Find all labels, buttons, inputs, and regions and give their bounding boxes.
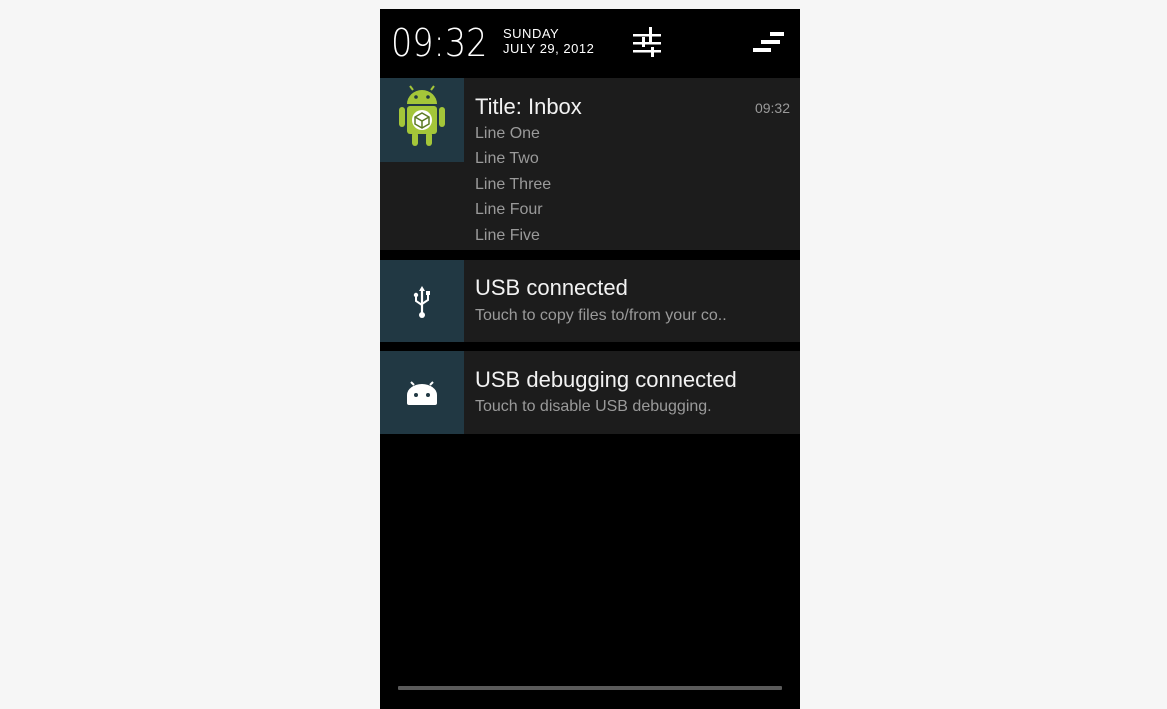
settings-sliders-icon[interactable] xyxy=(632,25,662,59)
notification-inbox[interactable]: Title: Inbox 09:32 Line One Line Two Lin… xyxy=(380,78,800,250)
date-block: SUNDAY JULY 29, 2012 xyxy=(503,26,594,56)
inbox-line: Line Two xyxy=(475,150,539,167)
day-label: SUNDAY xyxy=(503,26,560,41)
notification-text: Touch to copy files to/from your co.. xyxy=(475,307,727,324)
clear-all-icon[interactable] xyxy=(752,30,786,56)
notification-icon-box xyxy=(380,351,464,434)
clock: 09:32 xyxy=(391,21,488,65)
notification-icon-box xyxy=(380,260,464,342)
notification-usb-debugging[interactable]: USB debugging connected Touch to disable… xyxy=(380,351,800,434)
shade-header: 09:32 SUNDAY JULY 29, 2012 xyxy=(380,9,800,77)
android-app-icon xyxy=(399,85,445,146)
notification-title: USB debugging connected xyxy=(475,367,737,392)
notification-title: Title: Inbox xyxy=(475,94,582,119)
notification-shade: 09:32 SUNDAY JULY 29, 2012 Title: Inbox … xyxy=(380,9,800,709)
notification-text: Touch to disable USB debugging. xyxy=(475,398,712,415)
notification-time: 09:32 xyxy=(754,100,790,116)
notification-usb-connected[interactable]: USB connected Touch to copy files to/fro… xyxy=(380,260,800,342)
inbox-line: Line Four xyxy=(475,201,543,218)
android-debug-icon xyxy=(407,381,437,405)
inbox-line: Line Five xyxy=(475,227,540,244)
notification-title: USB connected xyxy=(475,275,628,300)
inbox-line: Line Three xyxy=(475,176,552,193)
notification-icon-box xyxy=(380,78,464,162)
usb-icon xyxy=(413,286,430,318)
drag-handle[interactable] xyxy=(398,686,782,690)
inbox-line: Line One xyxy=(475,125,540,142)
date-label: JULY 29, 2012 xyxy=(503,41,595,56)
